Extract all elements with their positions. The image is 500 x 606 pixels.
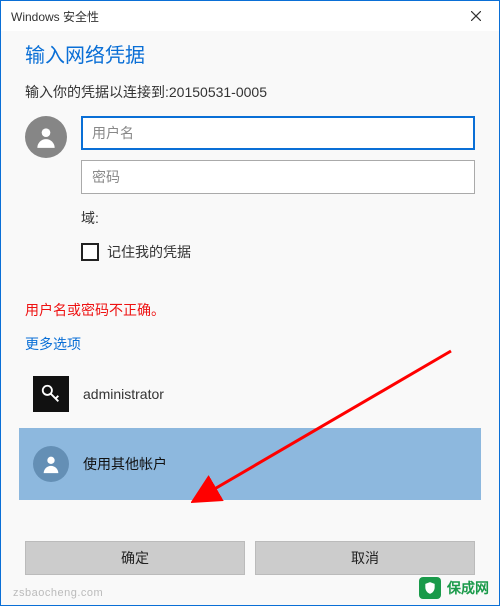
account-option-administrator[interactable]: administrator [25,366,475,422]
shield-icon [423,581,437,595]
other-avatar [33,446,69,482]
dialog-content: 输入网络凭据 输入你的凭据以连接到:20150531-0005 域: 记住我的凭… [1,31,499,500]
account-option-other[interactable]: 使用其他帐户 [19,428,481,500]
credential-fields: 域: 记住我的凭据 [81,116,475,274]
close-button[interactable] [461,1,491,31]
person-icon [40,453,62,475]
account-label: 使用其他帐户 [83,454,167,474]
remember-label: 记住我的凭据 [107,242,191,262]
person-icon [33,124,59,150]
credential-dialog: Windows 安全性 输入网络凭据 输入你的凭据以连接到:20150531-0… [0,0,500,606]
titlebar: Windows 安全性 [1,1,499,31]
dialog-heading: 输入网络凭据 [25,39,475,68]
watermark-url: zsbaocheng.com [13,587,103,599]
window-title: Windows 安全性 [11,8,99,25]
credentials-row: 域: 记住我的凭据 [25,116,475,274]
ok-button[interactable]: 确定 [25,541,245,575]
key-badge [33,376,69,412]
username-input[interactable] [81,116,475,150]
account-label: administrator [83,386,164,402]
domain-label: 域: [81,208,475,228]
dialog-buttons: 确定 取消 [1,541,499,575]
user-avatar [25,116,67,158]
instruction-text: 输入你的凭据以连接到:20150531-0005 [25,82,475,102]
brand-badge [419,577,441,599]
password-input[interactable] [81,160,475,194]
key-icon [40,383,62,405]
error-message: 用户名或密码不正确。 [25,300,475,320]
brand-name: 保成网 [447,578,489,598]
brand-footer: 保成网 [419,577,489,599]
more-options-link[interactable]: 更多选项 [25,334,81,354]
remember-credentials[interactable]: 记住我的凭据 [81,242,475,262]
cancel-button[interactable]: 取消 [255,541,475,575]
close-icon [471,11,481,21]
remember-checkbox[interactable] [81,243,99,261]
